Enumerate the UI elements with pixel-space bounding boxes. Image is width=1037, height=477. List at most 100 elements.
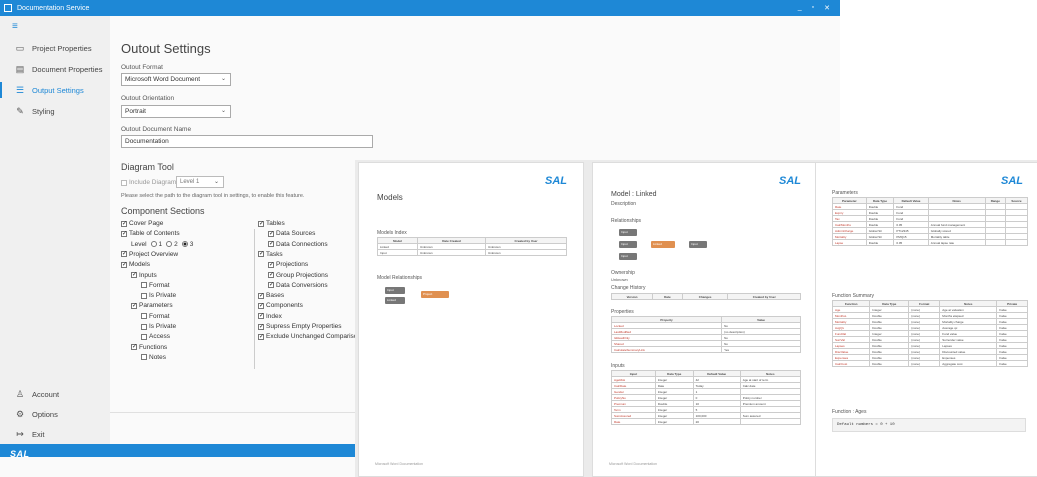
maximize-button[interactable]: ▫ <box>812 4 814 12</box>
nav-styling[interactable]: ✎ Styling <box>0 101 110 121</box>
component-label: Format <box>149 312 170 320</box>
table-cell: 20 <box>692 418 741 425</box>
diagram-level-select[interactable]: Level 1 ⌄ <box>176 176 224 188</box>
table-cell: Unknown <box>417 249 486 256</box>
component-checkbox[interactable]: Is Private <box>141 292 176 299</box>
table-cell: Lapse <box>832 239 867 246</box>
component-label: Parameters <box>139 302 173 310</box>
minimize-button[interactable]: _ <box>798 4 802 12</box>
table-cell: Aggregate cost <box>939 360 998 367</box>
component-label: Notes <box>149 353 166 361</box>
document-properties-icon: ▤ <box>15 63 25 74</box>
checkbox-unchecked-icon <box>141 354 147 361</box>
table-cell: CalcCost <box>831 360 871 367</box>
diagram-node: Project <box>421 291 449 298</box>
parameters-heading: Parameters <box>832 190 858 196</box>
radio-button[interactable] <box>150 241 157 248</box>
component-checkbox[interactable]: ✓ Parameters <box>131 302 173 309</box>
component-checkbox[interactable]: ✓ Supress Empty Properties <box>258 323 342 330</box>
radio-button[interactable] <box>181 241 188 248</box>
component-checkbox[interactable]: ✓ Cover Page <box>121 220 163 227</box>
nav-label: Account <box>32 389 60 399</box>
table-cell: Input <box>376 249 419 256</box>
table-header: Version <box>611 293 653 300</box>
component-checkbox[interactable]: ✓ Models <box>121 261 150 268</box>
component-checkbox[interactable]: Access <box>141 333 170 340</box>
output-orientation-label: Outout Orientation <box>121 95 175 102</box>
component-checkbox[interactable]: ✓ Components <box>258 302 303 309</box>
description-heading: Description <box>611 201 637 207</box>
sal-logo: SAL <box>1001 175 1023 187</box>
properties-heading: Properties <box>611 309 634 315</box>
component-label: Data Conversions <box>276 281 328 289</box>
diagram-node: Input <box>619 241 637 248</box>
component-label: Index <box>266 312 282 320</box>
component-checkbox[interactable]: ✓ Group Projections <box>268 272 328 279</box>
radio-label: 2 <box>174 240 178 248</box>
checkbox-checked-icon: ✓ <box>131 344 138 351</box>
component-checkbox[interactable]: ✓ Data Connections <box>268 241 328 248</box>
checkbox-checked-icon: ✓ <box>258 292 265 299</box>
component-checkbox[interactable]: ✓ Inputs <box>131 272 157 279</box>
checkbox-checked-icon: ✓ <box>121 261 128 268</box>
window-title: Documentation Service <box>17 4 90 12</box>
component-checkbox[interactable]: Format <box>141 313 170 320</box>
nav-project-properties[interactable]: ▭ Project Properties <box>0 38 110 58</box>
nav-exit[interactable]: ↦ Exit <box>0 424 110 444</box>
nav-document-properties[interactable]: ▤ Document Properties <box>0 59 110 79</box>
component-label: Group Projections <box>276 271 329 279</box>
diagram-tool-note: Please select the path to the diagram to… <box>121 193 305 199</box>
app-icon <box>4 4 12 12</box>
checkbox-unchecked-icon <box>141 292 147 299</box>
component-label: Components <box>266 302 303 310</box>
output-format-select[interactable]: Microsoft Word Document ⌄ <box>121 73 231 86</box>
table-cell: Yes <box>721 346 801 353</box>
diagram-node: Input <box>385 287 405 294</box>
preview-page-1: SAL Models Models Index Model Date Creat… <box>358 162 584 477</box>
component-sections-title: Component Sections <box>121 206 205 216</box>
table-cell: Annual lapse rate <box>927 239 986 246</box>
page-heading: Models <box>377 193 403 202</box>
preview-page-2: SAL Model : Linked Description Relations… <box>592 162 818 477</box>
component-checkbox[interactable]: Is Private <box>141 323 176 330</box>
component-checkbox[interactable]: ✓ Functions <box>131 344 167 351</box>
diagram-level-value: Level 1 <box>180 179 200 185</box>
gear-icon: ⚙ <box>15 408 25 419</box>
nav-account[interactable]: ♙ Account <box>0 384 110 404</box>
function-summary-table: Function Data Type Format Notes Private Age In… <box>831 300 1028 367</box>
nav-label: Options <box>32 409 58 419</box>
component-checkbox[interactable]: ✓ Bases <box>258 292 284 299</box>
nav-options[interactable]: ⚙ Options <box>0 404 110 424</box>
nav-label: Document Properties <box>32 64 103 74</box>
component-checkbox[interactable]: ✓ Data Sources <box>268 230 315 237</box>
component-checkbox[interactable]: ✓ Tasks <box>258 251 283 258</box>
nav-output-settings[interactable]: ☰ Output Settings <box>0 80 110 100</box>
component-label: Supress Empty Properties <box>266 323 342 330</box>
table-cell: 0.05 <box>893 239 929 246</box>
component-checkbox[interactable]: ✓ Tables <box>258 220 285 227</box>
checkbox-checked-icon: ✓ <box>258 313 265 320</box>
close-button[interactable]: ✕ <box>824 4 830 12</box>
output-orientation-select[interactable]: Portrait ⌄ <box>121 105 231 118</box>
radio-label: 3 <box>189 240 194 248</box>
document-name-input[interactable]: Documentation <box>121 135 373 148</box>
component-label: Models <box>129 261 150 269</box>
component-checkbox[interactable]: ✓ Project Overview <box>121 251 178 258</box>
component-checkbox[interactable]: ✓ Index <box>258 313 282 320</box>
checkbox-checked-icon: ✓ <box>268 241 275 248</box>
include-diagrams-checkbox[interactable]: Include Diagrams <box>121 179 180 186</box>
checkbox-checked-icon: ✓ <box>268 261 275 268</box>
component-checkbox[interactable]: ✓ Projections <box>268 261 308 268</box>
table-header: Date <box>651 293 683 300</box>
component-label: Is Private <box>149 323 177 330</box>
hamburger-menu-icon[interactable]: ≡ <box>12 22 22 32</box>
component-checkbox[interactable]: ✓ Exclude Unchanged Comparisor <box>258 333 360 340</box>
component-checkbox[interactable]: Format <box>141 282 170 289</box>
checkbox-box <box>121 179 127 186</box>
radio-button[interactable] <box>166 241 173 248</box>
function-ages-heading: Function : Ages <box>832 409 867 415</box>
component-checkbox[interactable]: Notes <box>141 354 166 361</box>
component-checkbox[interactable]: ✓ Data Conversions <box>268 282 328 289</box>
relationships-heading: Relationships <box>611 218 642 224</box>
component-checkbox[interactable]: ✓ Table of Contents <box>121 230 180 237</box>
